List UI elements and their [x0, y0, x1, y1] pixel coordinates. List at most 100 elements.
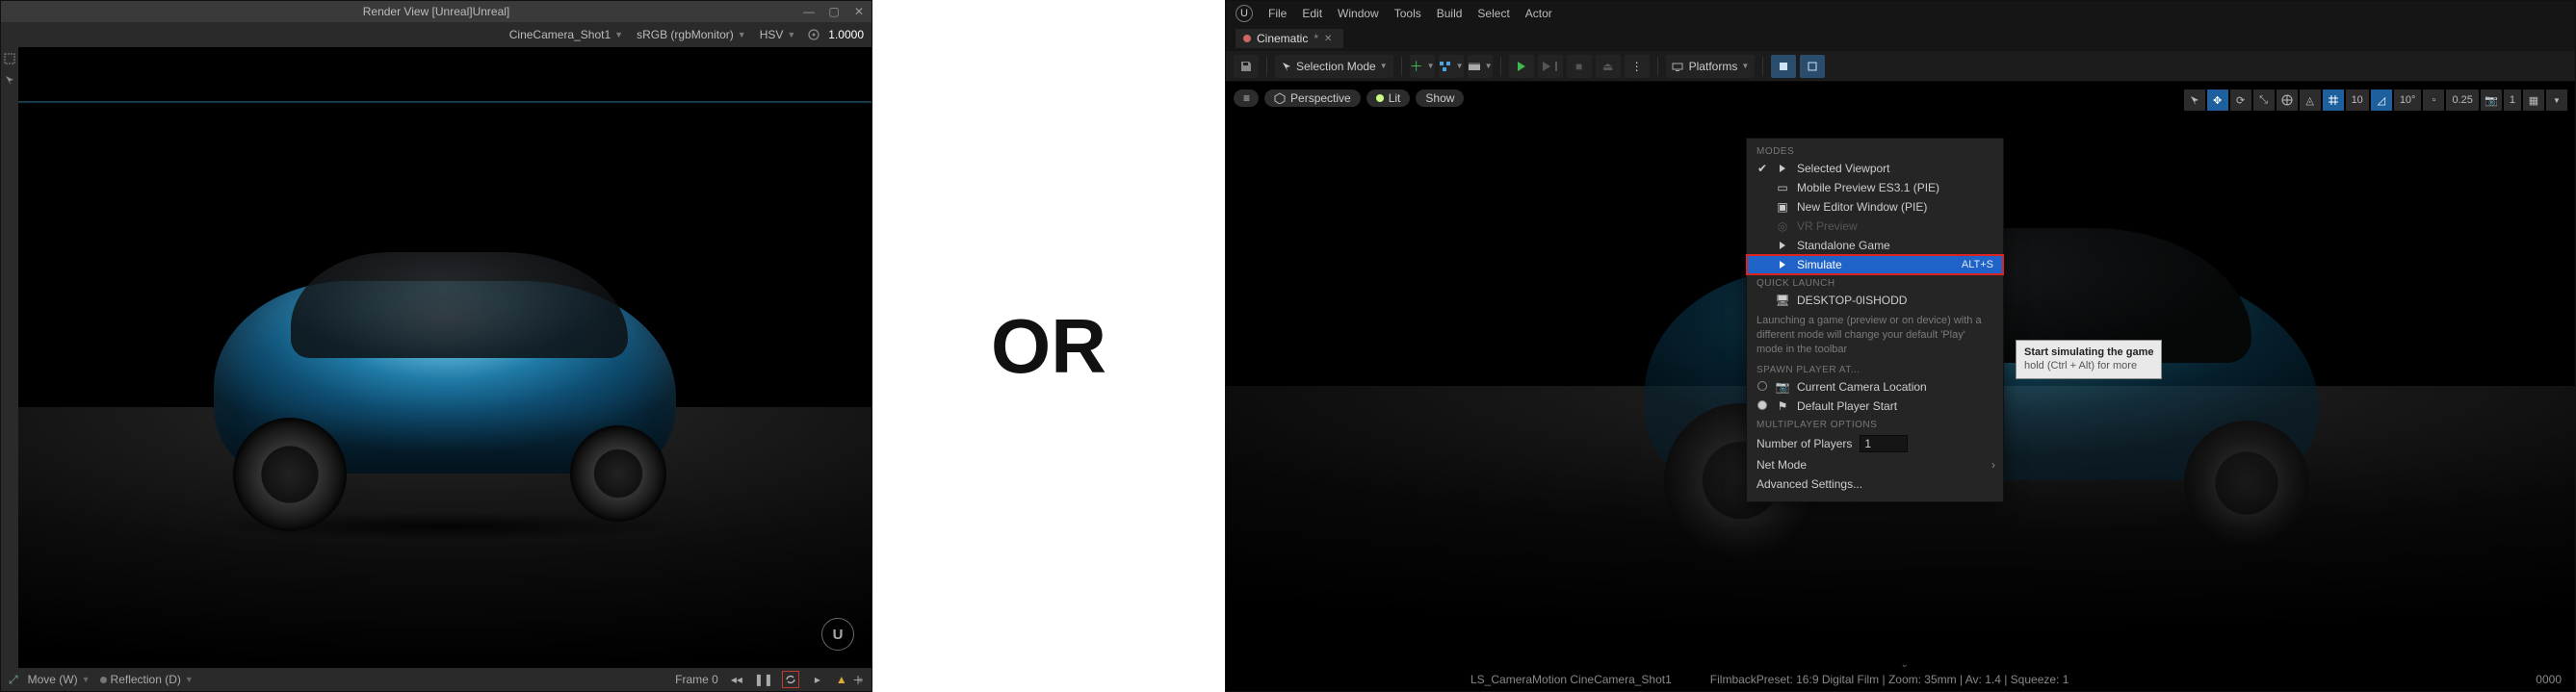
- render-view-image[interactable]: U: [18, 47, 872, 668]
- menu-item-simulate[interactable]: Simulate ALT+S: [1747, 255, 2003, 274]
- next-frame-button[interactable]: ▸: [809, 671, 826, 688]
- menu-help-text: Launching a game (preview or on device) …: [1747, 310, 2003, 361]
- arrow-tool-icon[interactable]: [2, 72, 17, 88]
- menu-item-label: VR Preview: [1797, 219, 1993, 233]
- add-content-button[interactable]: ＋▼: [1410, 55, 1435, 78]
- save-button[interactable]: [1234, 55, 1259, 78]
- menu-item-default-player-start[interactable]: ⚑ Default Player Start: [1747, 397, 2003, 416]
- sync-button[interactable]: [782, 671, 799, 688]
- unreal-viewport[interactable]: ≡ Perspective Lit Show ✥ ⟳ ⤡ ◬: [1226, 82, 2575, 691]
- maximize-viewport-button[interactable]: ▦: [2523, 90, 2544, 111]
- scale-tool-icon[interactable]: ⤡: [2253, 90, 2275, 111]
- menu-item-selected-viewport[interactable]: ✔ Selected Viewport: [1747, 159, 2003, 178]
- transform-tool-icon[interactable]: ⤢: [9, 673, 18, 687]
- selection-mode-dropdown[interactable]: Selection Mode ▼: [1275, 55, 1393, 78]
- rotate-tool-icon[interactable]: ⟳: [2230, 90, 2251, 111]
- add-button[interactable]: ＋: [852, 672, 864, 688]
- window-minimize-button[interactable]: —: [796, 1, 821, 22]
- scale-snap-toggle[interactable]: ▫: [2423, 90, 2444, 111]
- colorspace-label: sRGB (rgbMonitor): [637, 28, 734, 41]
- scale-snap-value[interactable]: 0.25: [2446, 90, 2478, 111]
- skip-button[interactable]: [1538, 55, 1563, 78]
- vr-icon: ◎: [1776, 219, 1789, 233]
- render-view-title: Render View [Unreal]Unreal]: [363, 5, 510, 18]
- cinematics-button[interactable]: ▼: [1468, 55, 1493, 78]
- colorspace-dropdown[interactable]: sRGB (rgbMonitor) ▼: [633, 28, 750, 41]
- show-dropdown[interactable]: Show: [1416, 90, 1464, 107]
- render-camera-dropdown[interactable]: CineCamera_Shot1 ▼: [506, 28, 627, 41]
- menu-file[interactable]: File: [1268, 7, 1287, 20]
- translate-tool-icon[interactable]: ✥: [2207, 90, 2228, 111]
- prev-frame-button[interactable]: ◂◂: [728, 671, 745, 688]
- lit-dropdown[interactable]: Lit: [1366, 90, 1411, 107]
- perspective-dropdown[interactable]: Perspective: [1264, 90, 1361, 107]
- tooltip-line2: hold (Ctrl + Alt) for more: [2024, 359, 2153, 372]
- play-options-menu: MODES ✔ Selected Viewport ▭ Mobile Previ…: [1746, 138, 2004, 502]
- menu-build[interactable]: Build: [1437, 7, 1463, 20]
- camera-speed-value[interactable]: 1: [2504, 90, 2521, 111]
- exposure-reset-button[interactable]: [805, 26, 822, 43]
- window-maximize-button[interactable]: ▢: [821, 1, 846, 22]
- platforms-dropdown[interactable]: Platforms ▼: [1666, 55, 1756, 78]
- tab-cinematic[interactable]: Cinematic * ✕: [1236, 29, 1343, 48]
- world-local-toggle[interactable]: [2277, 90, 2298, 111]
- settings-button-b[interactable]: [1800, 55, 1825, 78]
- display-mode-dropdown[interactable]: HSV ▼: [756, 28, 800, 41]
- surface-snap-icon[interactable]: ◬: [2300, 90, 2321, 111]
- render-view-side-toolbar: [1, 47, 18, 668]
- mobile-icon: ▭: [1776, 181, 1789, 194]
- menu-item-new-editor-window[interactable]: ▣ New Editor Window (PIE): [1747, 197, 2003, 217]
- rendered-car: [175, 243, 715, 531]
- warning-icon[interactable]: ▲: [836, 673, 847, 686]
- menu-item-net-mode[interactable]: Net Mode ›: [1747, 455, 2003, 474]
- num-players-input[interactable]: [1860, 435, 1908, 452]
- stop-button[interactable]: ■: [1567, 55, 1592, 78]
- eject-button[interactable]: ⏏: [1596, 55, 1621, 78]
- grid-snap-toggle[interactable]: [2323, 90, 2344, 111]
- menu-item-shortcut: ALT+S: [1962, 259, 1993, 270]
- level-icon: [1243, 35, 1251, 42]
- menu-item-mobile-preview[interactable]: ▭ Mobile Preview ES3.1 (PIE): [1747, 178, 2003, 197]
- render-view-status-bar: ⤢ Move (W) ▼ Reflection (D) ▼ Frame 0 ◂◂…: [1, 668, 872, 691]
- expand-chevron-icon[interactable]: ⌄: [1901, 659, 1909, 670]
- unreal-toolbar: Selection Mode ▼ ＋▼ ▼ ▼ ■ ⏏ ⋮ Platforms …: [1226, 51, 2575, 82]
- menu-tools[interactable]: Tools: [1394, 7, 1421, 20]
- menu-item-current-camera-location[interactable]: 📷 Current Camera Location: [1747, 377, 2003, 397]
- chevron-down-icon: ▼: [82, 675, 91, 684]
- menu-item-advanced-settings[interactable]: Advanced Settings...: [1747, 474, 2003, 494]
- grid-snap-value[interactable]: 10: [2346, 90, 2369, 111]
- angle-snap-value[interactable]: 10°: [2394, 90, 2422, 111]
- render-view-titlebar[interactable]: Render View [Unreal]Unreal] — ▢ ✕: [1, 1, 872, 22]
- viewport-options-button[interactable]: ≡: [1234, 90, 1259, 107]
- perspective-label: Perspective: [1290, 91, 1351, 105]
- menu-item-label: Mobile Preview ES3.1 (PIE): [1797, 181, 1993, 194]
- settings-button-a[interactable]: [1771, 55, 1796, 78]
- viewport-layout-button[interactable]: ▼: [2546, 90, 2567, 111]
- select-tool-icon[interactable]: [2184, 90, 2205, 111]
- move-mode-dropdown[interactable]: Move (W) ▼: [28, 673, 91, 686]
- angle-snap-toggle[interactable]: ◿: [2371, 90, 2392, 111]
- reflection-dropdown[interactable]: Reflection (D) ▼: [100, 673, 194, 686]
- platforms-label: Platforms: [1689, 60, 1738, 73]
- menu-actor[interactable]: Actor: [1525, 7, 1552, 20]
- tab-close-button[interactable]: ✕: [1324, 34, 1332, 44]
- play-button[interactable]: [1509, 55, 1534, 78]
- menu-select[interactable]: Select: [1477, 7, 1509, 20]
- play-options-button[interactable]: ⋮: [1625, 55, 1650, 78]
- unreal-logo-icon: U: [821, 618, 854, 651]
- frame-label: Frame 0: [675, 673, 718, 686]
- menu-window[interactable]: Window: [1338, 7, 1379, 20]
- lit-label: Lit: [1389, 91, 1401, 105]
- window-close-button[interactable]: ✕: [846, 1, 872, 22]
- chevron-down-icon: ▼: [787, 30, 795, 39]
- menu-edit[interactable]: Edit: [1302, 7, 1322, 20]
- menu-item-standalone-game[interactable]: Standalone Game: [1747, 236, 2003, 255]
- marquee-tool-icon[interactable]: [2, 51, 17, 66]
- filmback-label: FilmbackPreset: 16:9 Digital Film | Zoom…: [1710, 673, 2069, 686]
- menu-item-label: Simulate: [1797, 258, 1954, 271]
- blueprint-button[interactable]: ▼: [1439, 55, 1464, 78]
- menu-item-desktop-device[interactable]: 🖥 DESKTOP-0ISHODD: [1747, 291, 2003, 310]
- camera-speed-icon[interactable]: 📷: [2481, 90, 2502, 111]
- pause-button[interactable]: ❚❚: [755, 671, 772, 688]
- window-icon: ▣: [1776, 200, 1789, 214]
